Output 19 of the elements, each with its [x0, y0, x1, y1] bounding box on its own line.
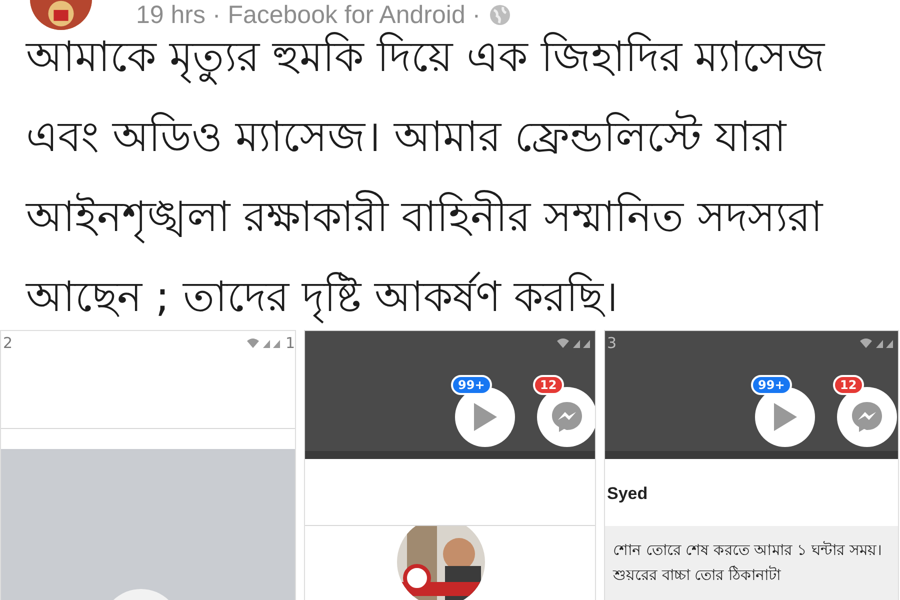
status-text: 2	[3, 334, 13, 352]
post-text-line: এবং অডিও ম্যাসেজ। আমার ফ্রেন্ডলিস্টে যারা	[26, 110, 786, 163]
count-badge: 12	[533, 375, 564, 395]
count-badge: 99+	[751, 375, 792, 395]
play-icon	[472, 402, 498, 432]
globe-icon	[488, 4, 511, 26]
sender-name: Syed	[607, 484, 649, 504]
count-badge: 99+	[451, 375, 492, 395]
status-text: 3	[607, 334, 617, 352]
post-text-line: আইনশৃঙ্খলা রক্ষাকারী বাহিনীর সম্মানিত সদস্যরা	[26, 190, 822, 244]
post-text-line: আমাকে মৃত্যুর হুমকি দিয়ে এক জিহাদির ম্যাসেজ	[26, 30, 826, 84]
post-meta: 19 hrs · Facebook for Android ·	[136, 0, 511, 30]
messenger-icon	[850, 400, 884, 434]
play-icon	[772, 402, 798, 432]
count-badge: 12	[833, 375, 864, 395]
messenger-icon	[550, 400, 584, 434]
message-text: শোন তোরে শেষ করতে আমার ১ ঘন্টার সময়। শুয়রের বাচ্চা তোর ঠিকানাটা	[605, 526, 898, 600]
post-text-line: আছেন ; তাদের দৃষ্টি আকর্ষণ করছি।	[26, 270, 618, 324]
status-text: 1	[285, 334, 295, 352]
